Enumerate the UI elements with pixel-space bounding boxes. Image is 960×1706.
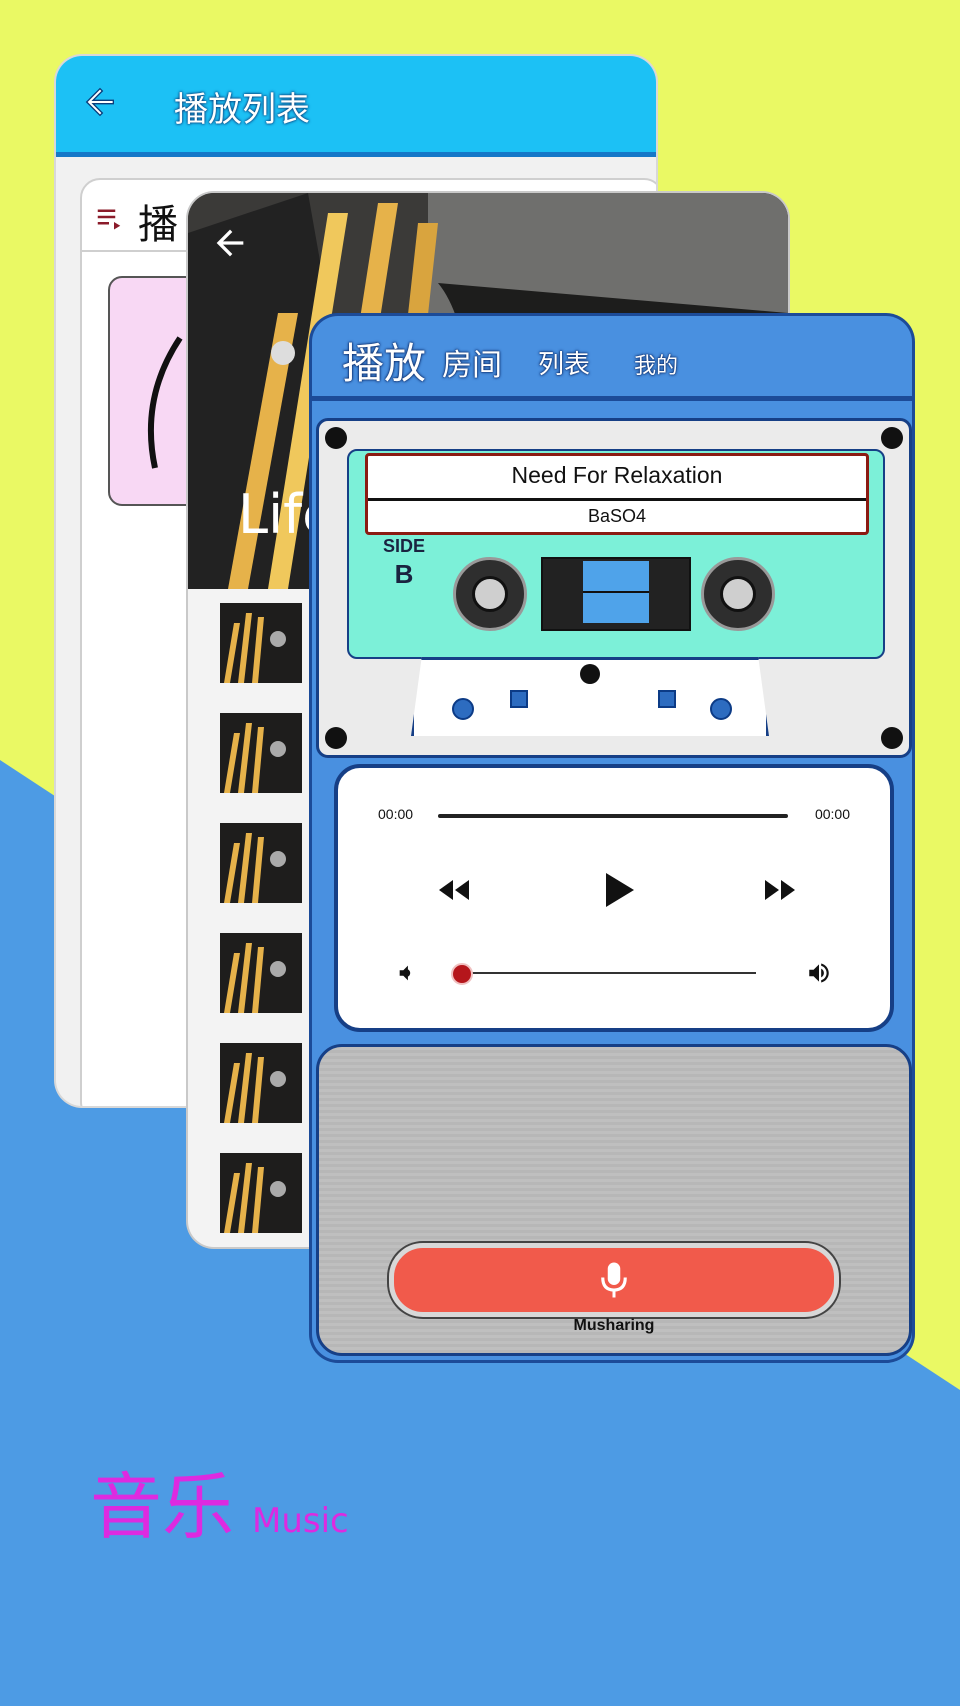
track-thumbnail[interactable] <box>220 603 302 683</box>
rewind-button[interactable] <box>432 868 476 912</box>
screw <box>325 727 347 749</box>
play-button[interactable] <box>592 862 648 918</box>
volume-slider-thumb[interactable] <box>451 963 474 985</box>
current-time: 00:00 <box>378 806 414 822</box>
microphone-icon <box>601 1262 627 1298</box>
tab-mine[interactable]: 我的 <box>634 348 678 380</box>
rewind-icon <box>439 880 469 900</box>
cassette-label: Need For Relaxation BaSO4 SIDE B <box>347 449 885 659</box>
tape-window <box>541 557 691 631</box>
track-thumbnail[interactable] <box>220 933 302 1013</box>
back-arrow-icon[interactable] <box>80 82 120 122</box>
divider <box>368 498 866 501</box>
volume-low-icon[interactable] <box>396 962 418 984</box>
screw <box>325 427 347 449</box>
tape-hole <box>452 698 474 720</box>
volume-high-icon[interactable] <box>806 960 832 986</box>
caption-title: 音乐 <box>90 1465 235 1549</box>
track-thumbnail[interactable] <box>220 713 302 793</box>
thumbnail-art <box>220 933 302 1013</box>
caption: 音乐 Music <box>90 1448 349 1553</box>
playlist-header: 播放列表 <box>56 56 656 157</box>
caption-subtitle: Music <box>252 1501 349 1541</box>
right-reel <box>701 557 775 631</box>
total-time: 00:00 <box>814 806 850 822</box>
guide-hole <box>658 690 676 708</box>
screw <box>580 664 600 684</box>
tape-strip <box>583 561 649 623</box>
side-value: B <box>394 559 414 589</box>
track-thumbnail[interactable] <box>220 1043 302 1123</box>
fast-forward-icon <box>765 880 795 900</box>
thumbnail-art <box>220 713 302 793</box>
thumbnail-art <box>220 1043 302 1123</box>
player-screen: 播放 房间 列表 我的 Need For Relaxation BaSO4 SI… <box>312 316 912 1360</box>
playlist-icon[interactable] <box>94 202 124 232</box>
playlist-panel-title: 播 <box>138 202 178 248</box>
playback-controls: 00:00 00:00 <box>334 764 894 1032</box>
side-label: SIDE <box>383 536 426 556</box>
microphone-button[interactable] <box>389 1243 839 1317</box>
voice-panel: Musharing <box>316 1044 912 1356</box>
left-reel <box>453 557 527 631</box>
cassette-bottom-plate <box>411 657 769 736</box>
tab-bar: 播放 房间 列表 我的 <box>312 316 912 401</box>
thumbnail-art <box>220 603 302 683</box>
track-thumbnail[interactable] <box>220 823 302 903</box>
fast-forward-button[interactable] <box>758 868 802 912</box>
song-title: Need For Relaxation <box>511 462 723 488</box>
track-thumbnail[interactable] <box>220 1153 302 1233</box>
back-arrow-icon[interactable] <box>210 223 250 263</box>
title-strip: Need For Relaxation BaSO4 <box>365 453 869 535</box>
play-icon <box>606 873 634 907</box>
playlist-title: 播放列表 <box>174 90 310 130</box>
guide-hole <box>510 690 528 708</box>
song-artist: BaSO4 <box>587 506 647 526</box>
tab-room[interactable]: 房间 <box>442 340 502 384</box>
thumbnail-art <box>220 823 302 903</box>
thumbnail-art <box>220 1153 302 1233</box>
progress-bar[interactable] <box>438 814 788 818</box>
brand-label: Musharing <box>573 1317 655 1334</box>
tape-hole <box>710 698 732 720</box>
tab-list[interactable]: 列表 <box>538 344 590 381</box>
side-indicator: SIDE B <box>383 537 425 587</box>
screw <box>881 427 903 449</box>
volume-slider[interactable] <box>452 972 756 974</box>
cassette-tape: Need For Relaxation BaSO4 SIDE B <box>316 418 912 758</box>
screw <box>881 727 903 749</box>
tab-play[interactable]: 播放 <box>342 330 426 391</box>
